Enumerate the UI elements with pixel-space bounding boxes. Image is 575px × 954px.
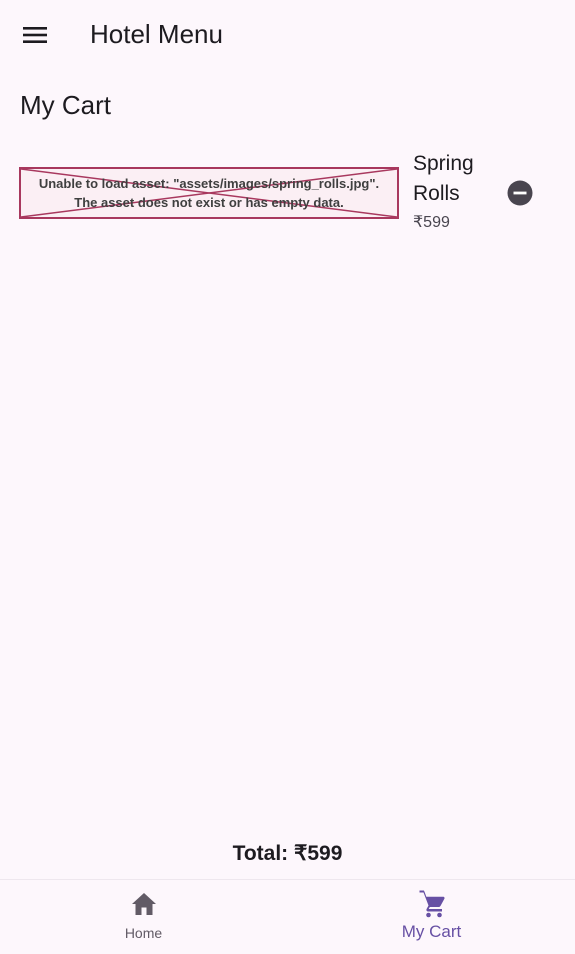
page-title: My Cart <box>20 90 111 120</box>
home-icon <box>130 890 158 918</box>
image-error-text: Unable to load asset: "assets/images/spr… <box>21 169 397 217</box>
item-image-placeholder: Unable to load asset: "assets/images/spr… <box>19 167 399 219</box>
nav-item-home[interactable]: Home <box>0 880 287 954</box>
image-error-line-1: Unable to load asset: "assets/images/spr… <box>38 176 380 191</box>
cart-item: Unable to load asset: "assets/images/spr… <box>0 145 575 245</box>
nav-label-my-cart: My Cart <box>401 922 462 941</box>
nav-label-home: Home <box>124 925 163 941</box>
bottom-navigation: Home My Cart <box>0 879 575 954</box>
menu-icon <box>23 27 47 43</box>
menu-button[interactable] <box>11 11 59 59</box>
nav-item-my-cart[interactable]: My Cart <box>288 880 575 954</box>
app-bar: Hotel Menu <box>0 0 575 70</box>
app-title: Hotel Menu <box>90 19 223 49</box>
remove-item-button[interactable] <box>496 169 544 217</box>
shopping-cart-icon <box>418 890 446 918</box>
item-name: Spring Rolls <box>413 152 474 205</box>
item-price: ₹599 <box>413 214 450 231</box>
cart-total: Total: ₹599 <box>232 842 343 865</box>
image-error-line-2: The asset does not exist or has empty da… <box>74 195 344 210</box>
remove-circle-icon <box>507 180 533 206</box>
